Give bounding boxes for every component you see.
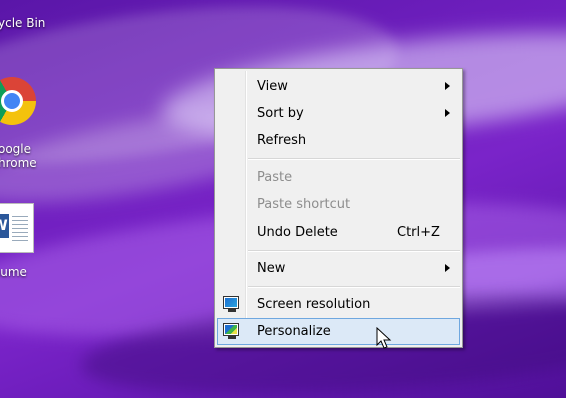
menu-item-label: New [257,261,286,276]
desktop-icon-chrome[interactable]: oogle hrome [0,142,37,170]
menu-item-label: Paste shortcut [257,197,351,212]
menu-item-label: Screen resolution [257,297,371,312]
personalize-icon [223,323,239,339]
menu-separator [248,250,460,252]
desktop-icon-recycle-bin[interactable]: ycle Bin [0,16,45,30]
menu-item-label: Undo Delete [257,225,338,240]
desktop-icon-label: oogle hrome [0,142,37,170]
submenu-arrow-icon [445,109,450,117]
menu-item-paste: Paste [217,164,460,191]
menu-item-view[interactable]: View [217,73,460,100]
submenu-arrow-icon [445,82,450,90]
desktop-icon-resume[interactable]: sume [0,265,27,279]
desktop-icon-label: ycle Bin [0,16,46,30]
menu-item-undo-delete[interactable]: Undo Delete Ctrl+Z [217,219,460,246]
desktop-context-menu: View Sort by Refresh Paste Paste shortcu… [214,68,463,348]
monitor-icon [223,296,239,312]
menu-item-personalize[interactable]: Personalize [217,318,460,345]
menu-item-label: Refresh [257,133,307,148]
desktop-icon-label: sume [0,265,27,279]
submenu-arrow-icon [445,264,450,272]
word-document-icon[interactable] [0,203,34,253]
menu-separator [248,286,460,288]
menu-item-new[interactable]: New [217,255,460,282]
menu-item-screen-resolution[interactable]: Screen resolution [217,291,460,318]
menu-item-label: Paste [257,170,293,185]
menu-item-label: View [257,79,288,94]
menu-item-shortcut: Ctrl+Z [397,225,440,240]
menu-item-label: Personalize [257,324,331,339]
menu-item-paste-shortcut: Paste shortcut [217,191,460,218]
menu-item-label: Sort by [257,106,304,121]
menu-separator [248,158,460,160]
menu-item-refresh[interactable]: Refresh [217,127,460,154]
menu-item-sort-by[interactable]: Sort by [217,100,460,127]
